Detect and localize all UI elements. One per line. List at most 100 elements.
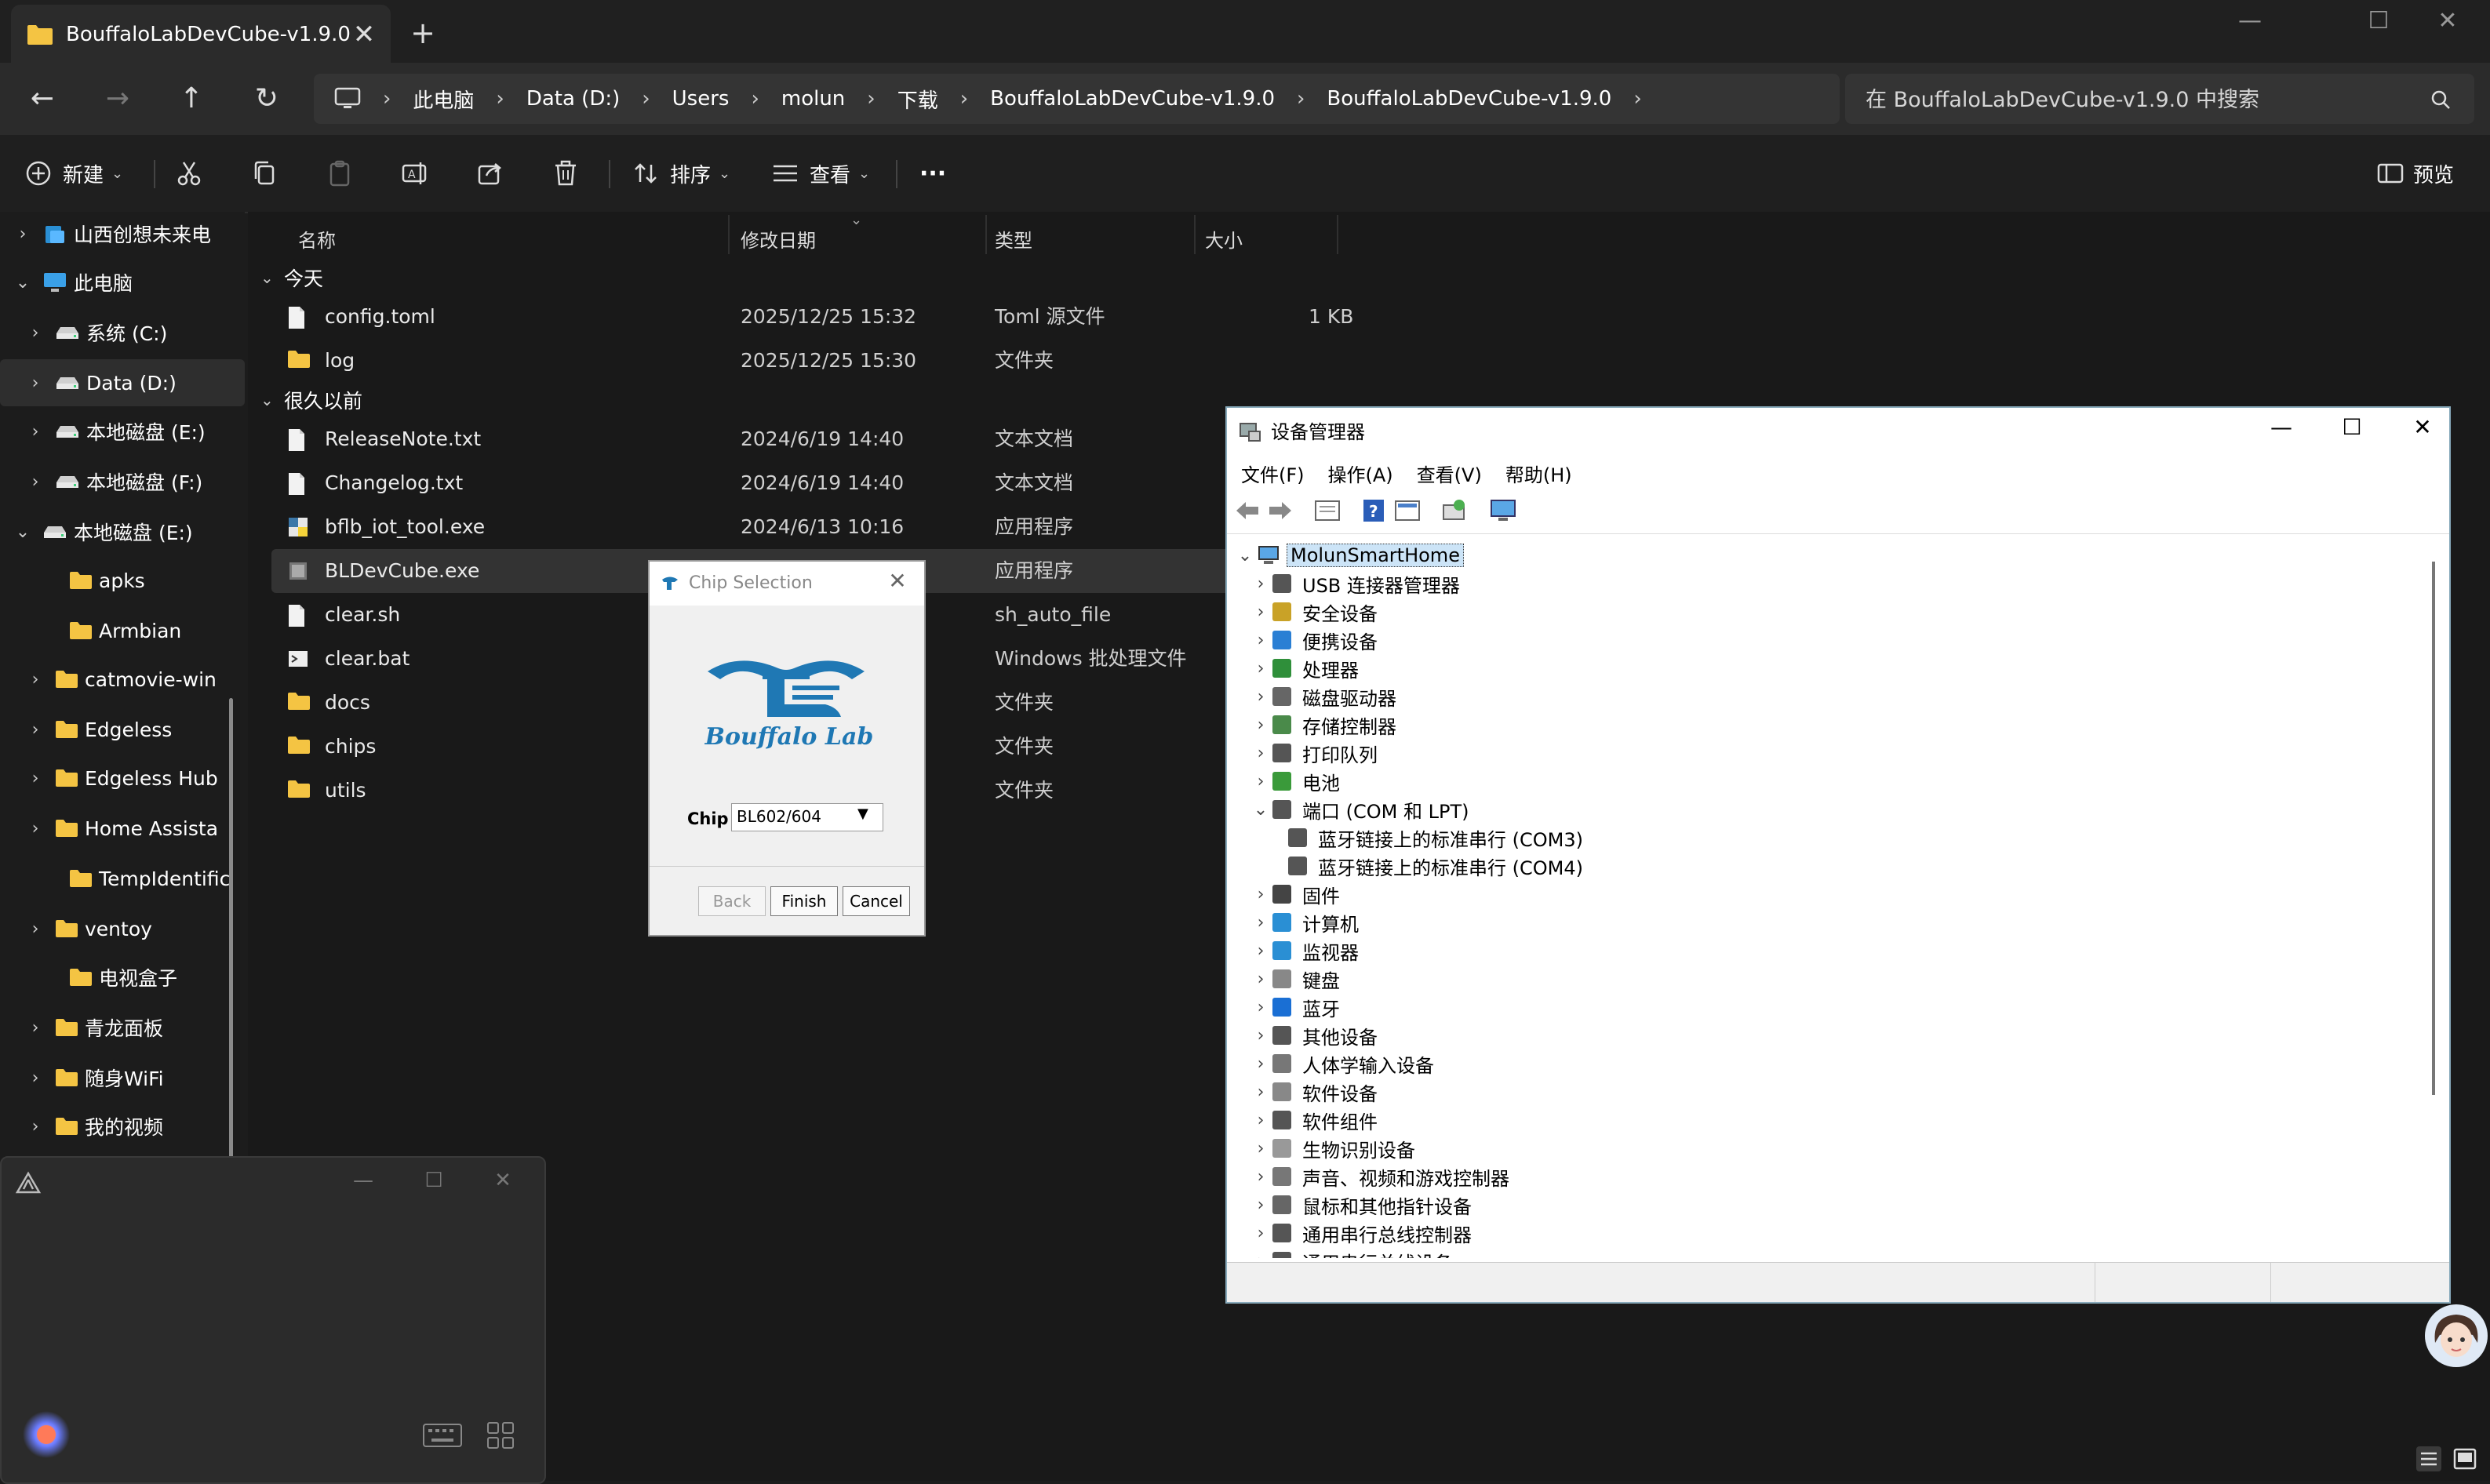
menu-help[interactable]: 帮助(H) (1505, 460, 1572, 487)
chevron-icon[interactable]: › (25, 323, 46, 343)
cancel-button[interactable]: Cancel (843, 886, 910, 916)
up-button[interactable]: ↑ (168, 78, 215, 119)
device-node[interactable]: › 固件 (1249, 880, 1340, 908)
tiles-view-icon[interactable] (2451, 1445, 2479, 1473)
nav-item[interactable]: TempIdentific (0, 855, 259, 902)
breadcrumb-data-d[interactable]: Data (D:) (526, 87, 620, 111)
forward-arrow-icon[interactable] (1266, 497, 1294, 524)
view-button[interactable]: 查看 ⌄ (772, 152, 870, 195)
chevron-icon[interactable]: › (1249, 744, 1272, 763)
nav-item[interactable]: › 我的视频 (0, 1103, 245, 1150)
chevron-icon[interactable]: › (1249, 969, 1272, 989)
widget-minimize-button[interactable]: — (344, 1169, 383, 1192)
copy-button[interactable] (249, 152, 279, 195)
nav-item[interactable]: › 本地磁盘 (E:) (0, 408, 245, 455)
chevron-icon[interactable]: › (1249, 1082, 1272, 1102)
nav-item[interactable]: apks (0, 557, 259, 604)
chevron-icon[interactable]: › (1249, 998, 1272, 1017)
chevron-icon[interactable]: › (13, 224, 33, 244)
chevron-icon[interactable]: › (1249, 913, 1272, 933)
paste-button[interactable] (325, 152, 355, 195)
keyboard-icon[interactable] (422, 1421, 463, 1449)
chevron-icon[interactable]: › (25, 919, 46, 939)
chevron-icon[interactable]: › (1249, 1195, 1272, 1215)
breadcrumb-users[interactable]: Users (672, 87, 730, 111)
dialog-close-button[interactable]: ✕ (882, 568, 913, 594)
tab-close-button[interactable]: ✕ (345, 16, 383, 53)
preview-pane-button[interactable]: 预览 (2377, 152, 2454, 195)
device-node[interactable]: › 通用串行总线控制器 (1249, 1219, 1472, 1247)
device-node[interactable]: 蓝牙链接上的标准串行 (COM3) (1265, 824, 1583, 852)
nav-item[interactable]: › 随身WiFi (0, 1054, 245, 1101)
sort-button[interactable]: 排序 ⌄ (632, 152, 730, 195)
refresh-button[interactable]: ↻ (243, 78, 290, 119)
chevron-icon[interactable]: ⌄ (13, 273, 33, 293)
nav-item[interactable]: ⌄ 本地磁盘 (E:) (0, 508, 232, 555)
scan-hardware-icon[interactable] (1440, 497, 1469, 524)
avatar[interactable] (2424, 1304, 2488, 1368)
chevron-icon[interactable]: › (1249, 715, 1272, 735)
show-hidden-icon[interactable] (1393, 497, 1422, 524)
monitor-icon[interactable] (1489, 497, 1517, 524)
device-node[interactable]: › 计算机 (1249, 908, 1359, 937)
more-options-button[interactable]: ··· (919, 152, 946, 195)
grid-icon[interactable] (485, 1420, 516, 1451)
dm-maximize-button[interactable]: ☐ (2328, 414, 2375, 440)
nav-item[interactable]: › Edgeless (0, 706, 245, 753)
tree-root[interactable]: ⌄ MolunSmartHome (1233, 541, 1464, 569)
chevron-icon[interactable]: › (25, 373, 46, 393)
breadcrumb-molun[interactable]: molun (781, 87, 845, 111)
chevron-icon[interactable]: › (1249, 687, 1272, 707)
breadcrumb-downloads[interactable]: 下载 (897, 85, 938, 114)
group-header-long-ago[interactable]: ⌄ 很久以前 (260, 386, 362, 414)
device-node[interactable]: 蓝牙链接上的标准串行 (COM4) (1265, 852, 1583, 880)
chevron-icon[interactable]: › (25, 1117, 46, 1137)
device-node[interactable]: › 声音、视频和游戏控制器 (1249, 1162, 1509, 1191)
new-button[interactable]: 新建 ⌄ (25, 152, 123, 195)
nav-item[interactable]: › Data (D:) (0, 359, 245, 406)
column-header-date[interactable]: 修改日期 (741, 221, 816, 260)
device-node[interactable]: › 蓝牙 (1249, 993, 1340, 1021)
copilot-icon[interactable] (20, 1409, 72, 1460)
nav-item[interactable]: › Home Assista (0, 805, 245, 852)
delete-button[interactable] (551, 152, 581, 195)
device-node[interactable]: › 监视器 (1249, 937, 1359, 965)
close-button[interactable]: ✕ (2416, 0, 2479, 42)
chevron-icon[interactable]: › (1249, 1026, 1272, 1046)
device-node[interactable]: › 通用串行总线设备 (1249, 1247, 1453, 1258)
forward-button[interactable]: → (94, 78, 141, 119)
nav-scrollbar[interactable] (229, 698, 233, 1161)
widget-close-button[interactable]: ✕ (483, 1169, 522, 1192)
file-row[interactable]: config.toml 2025/12/25 15:32 Toml 源文件 1 KB (271, 295, 1762, 339)
chevron-icon[interactable]: › (1249, 1139, 1272, 1158)
column-header-name[interactable]: 名称 (298, 221, 336, 260)
device-tree-scrollbar[interactable] (2432, 562, 2435, 1095)
new-tab-button[interactable]: + (403, 16, 442, 50)
column-header-size[interactable]: 大小 (1205, 221, 1243, 260)
back-button[interactable]: ← (19, 78, 66, 119)
device-node[interactable]: › 其他设备 (1249, 1021, 1378, 1049)
chevron-icon[interactable]: › (1249, 659, 1272, 678)
chevron-icon[interactable]: › (25, 670, 46, 689)
chevron-icon[interactable]: › (25, 1068, 46, 1088)
nav-item[interactable]: › ventoy (0, 905, 245, 952)
group-header-today[interactable]: ⌄ 今天 (260, 264, 323, 292)
device-node[interactable]: › 软件组件 (1249, 1106, 1378, 1134)
properties-icon[interactable] (1313, 497, 1341, 524)
chevron-icon[interactable]: › (1249, 885, 1272, 904)
device-node[interactable]: › 安全设备 (1249, 598, 1378, 626)
nav-item[interactable]: › catmovie-win (0, 656, 245, 703)
chevron-icon[interactable]: › (1249, 1111, 1272, 1130)
cut-button[interactable] (174, 152, 204, 195)
device-node[interactable]: › 生物识别设备 (1249, 1134, 1415, 1162)
share-button[interactable] (475, 152, 505, 195)
chevron-icon[interactable]: › (25, 422, 46, 442)
device-node[interactable]: › 软件设备 (1249, 1078, 1378, 1106)
chevron-icon[interactable]: › (1249, 941, 1272, 961)
breadcrumb-devcube-2[interactable]: BouffaloLabDevCube-v1.9.0 (1327, 87, 1611, 111)
device-node[interactable]: › 便携设备 (1249, 626, 1378, 654)
chevron-icon[interactable]: › (25, 472, 46, 492)
chevron-icon[interactable]: › (1249, 574, 1272, 594)
finish-button[interactable]: Finish (770, 886, 838, 916)
tab-bouffalo[interactable]: BouffaloLabDevCube-v1.9.0 ✕ (11, 5, 391, 63)
